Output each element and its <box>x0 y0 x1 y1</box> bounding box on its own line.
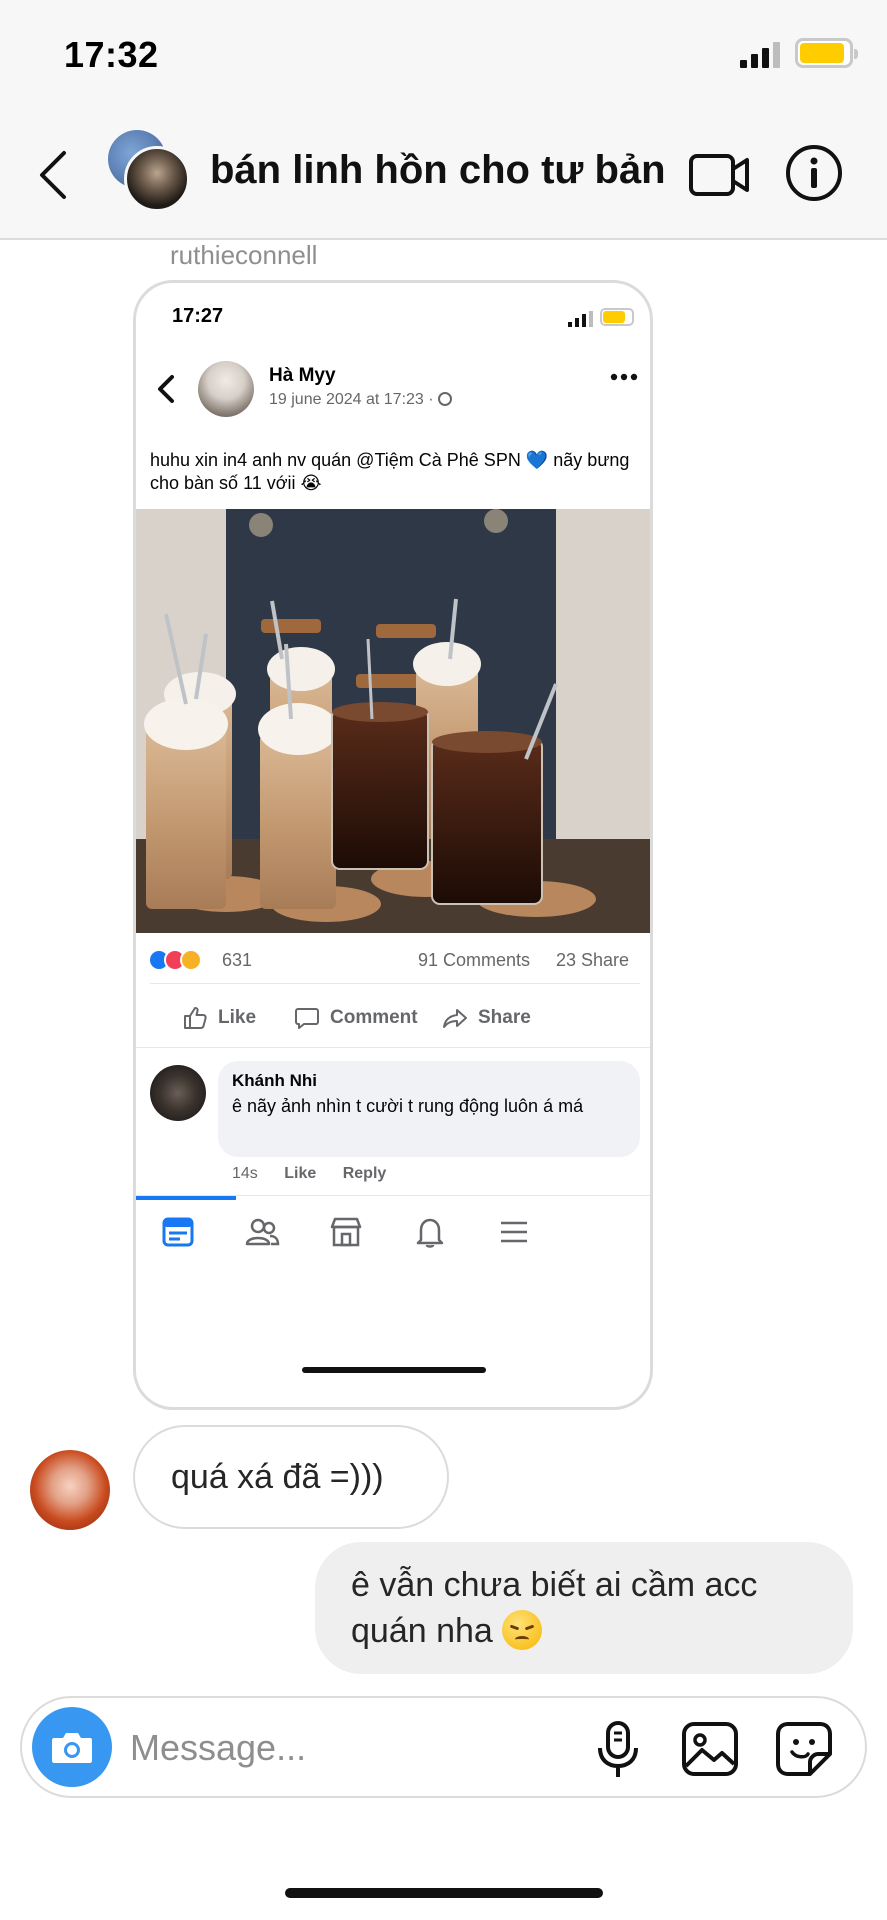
post-photo-iced-coffees[interactable] <box>136 509 650 933</box>
commenter-avatar[interactable] <box>150 1065 206 1121</box>
chat-title[interactable]: bán linh hồn cho tư bản <box>210 148 666 193</box>
group-avatar[interactable] <box>108 130 190 212</box>
comment-like-link[interactable]: Like <box>284 1165 316 1182</box>
microphone-icon[interactable] <box>590 1720 646 1780</box>
info-icon[interactable] <box>784 143 844 203</box>
video-call-icon[interactable] <box>688 150 750 200</box>
comment-bubble-icon <box>295 1008 319 1029</box>
comment-button[interactable]: Comment <box>294 993 418 1043</box>
commenter-name[interactable]: Khánh Nhi <box>232 1071 626 1091</box>
fb-author-avatar[interactable] <box>198 361 254 417</box>
incoming-message[interactable]: quá xá đã =))) <box>133 1425 449 1529</box>
gallery-icon[interactable] <box>680 1720 740 1778</box>
status-time: 17:32 <box>64 34 159 75</box>
fb-battery-icon <box>600 308 634 326</box>
shared-screenshot[interactable]: 17:27 Hà Myy 19 june 2024 at 17:23 · huh… <box>133 280 653 1410</box>
comment-meta: 14s Like Reply <box>232 1165 408 1183</box>
chat-header: bán linh hồn cho tư bản <box>0 110 887 240</box>
haha-reaction-icon <box>180 949 202 971</box>
friends-icon[interactable] <box>244 1214 280 1250</box>
fb-post-date: 19 june 2024 at 17:23 · <box>269 391 452 409</box>
sticker-icon[interactable] <box>774 1720 834 1778</box>
like-button[interactable]: Like <box>182 993 256 1043</box>
comment-time: 14s <box>232 1165 258 1182</box>
fb-post-caption: huhu xin in4 anh nv quán @Tiệm Cà Phê SP… <box>150 449 640 495</box>
divider <box>136 1047 650 1048</box>
comment-bubble[interactable]: Khánh Nhi ê nãy ảnh nhìn t cười t rung đ… <box>218 1061 640 1157</box>
bell-icon[interactable] <box>412 1214 448 1250</box>
comment-count[interactable]: 91 Comments <box>418 950 530 971</box>
share-count[interactable]: 23 Share <box>556 950 629 971</box>
message-composer <box>20 1696 867 1798</box>
fb-status-time: 17:27 <box>172 305 224 327</box>
share-label: Share <box>478 1007 531 1028</box>
comment-label: Comment <box>330 1007 418 1028</box>
share-button[interactable]: Share <box>442 993 531 1043</box>
comment-reply-link[interactable]: Reply <box>343 1165 387 1182</box>
active-tab-indicator <box>136 1196 236 1200</box>
status-bar: 17:32 <box>0 0 887 110</box>
sender-name: ruthieconnell <box>170 240 318 270</box>
menu-icon[interactable] <box>496 1214 532 1250</box>
more-dots-icon[interactable] <box>609 371 639 383</box>
signal-icon <box>740 42 780 68</box>
fb-caption-part1: huhu xin in4 anh nv quán @Tiệm Cà Phê SP… <box>150 450 521 470</box>
camera-button[interactable] <box>32 1707 112 1787</box>
divider <box>150 983 640 984</box>
comment-text: ê nãy ảnh nhìn t cười t rung động luôn á… <box>232 1096 584 1116</box>
post-actions: Like Comment Share <box>136 993 650 1043</box>
marketplace-icon[interactable] <box>328 1214 364 1250</box>
disappointed-face-emoji <box>502 1610 543 1650</box>
share-arrow-icon <box>443 1009 467 1028</box>
thumbs-up-icon <box>184 1007 207 1029</box>
camera-icon <box>52 1733 92 1763</box>
message-input[interactable] <box>130 1720 470 1776</box>
globe-icon <box>437 392 452 406</box>
sender-avatar[interactable] <box>30 1450 110 1530</box>
fb-home-indicator <box>302 1367 486 1373</box>
like-label: Like <box>218 1007 257 1028</box>
battery-icon <box>795 38 858 68</box>
blue-heart-emoji: 💙 <box>525 450 549 470</box>
outgoing-message-text: ê vẫn chưa biết ai cầm acc quán nha <box>351 1566 758 1650</box>
feed-icon[interactable] <box>160 1214 196 1250</box>
fb-back-icon[interactable] <box>154 369 178 409</box>
reaction-count[interactable]: 631 <box>222 950 252 971</box>
back-arrow-icon[interactable] <box>34 145 74 205</box>
fb-author-name[interactable]: Hà Myy <box>269 365 336 387</box>
outgoing-message[interactable]: ê vẫn chưa biết ai cầm acc quán nha <box>315 1542 853 1674</box>
home-indicator <box>285 1888 603 1898</box>
fb-signal-icon <box>568 311 593 327</box>
fb-bottom-nav <box>136 1195 650 1265</box>
fb-post-date-text: 19 june 2024 at 17:23 · <box>269 391 434 408</box>
